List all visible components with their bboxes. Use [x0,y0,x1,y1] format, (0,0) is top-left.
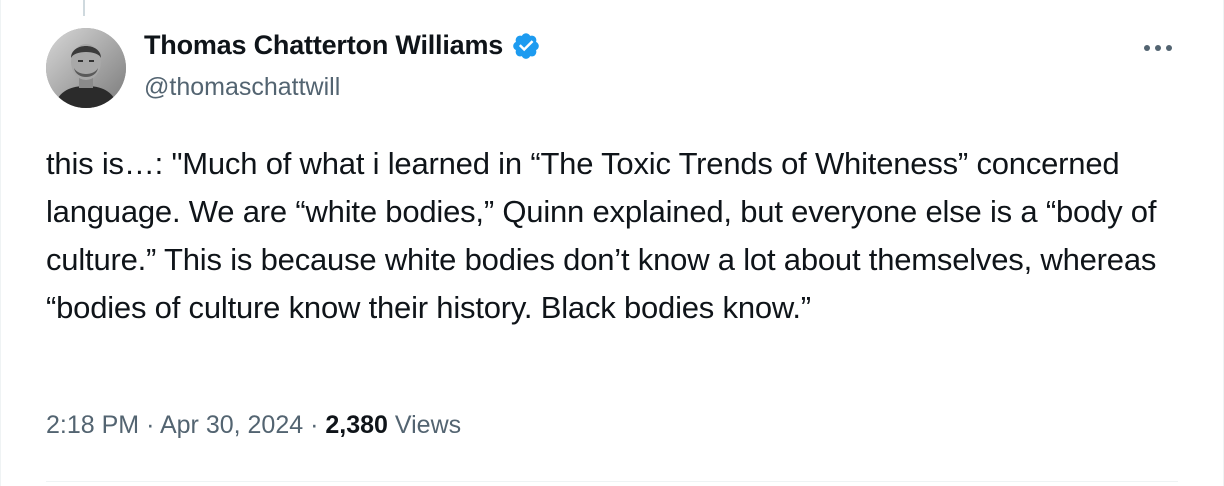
tweet-card: Thomas Chatterton Williams @thomaschattw… [0,0,1224,486]
meta-separator: · [310,411,319,439]
verified-badge-icon[interactable] [511,31,541,61]
tweet-text: this is…: "Much of what i learned in “Th… [46,146,1157,325]
tweet-date[interactable]: Apr 30, 2024 [160,411,303,439]
meta-separator: · [146,411,155,439]
views-count: 2,380 [325,411,388,439]
thread-connector-line [83,0,85,16]
author-display-name[interactable]: Thomas Chatterton Williams [144,30,503,61]
avatar[interactable] [46,28,126,108]
divider [46,481,1178,482]
tweet-meta: 2:18 PM · Apr 30, 2024 · 2,380 Views [46,411,461,440]
views-label: Views [394,411,462,439]
author-handle[interactable]: @thomaschattwill [144,73,340,102]
more-options-icon[interactable] [1141,38,1175,58]
tweet-time[interactable]: 2:18 PM [46,411,139,439]
author-name-row: Thomas Chatterton Williams [144,30,541,61]
avatar-photo [46,28,126,108]
